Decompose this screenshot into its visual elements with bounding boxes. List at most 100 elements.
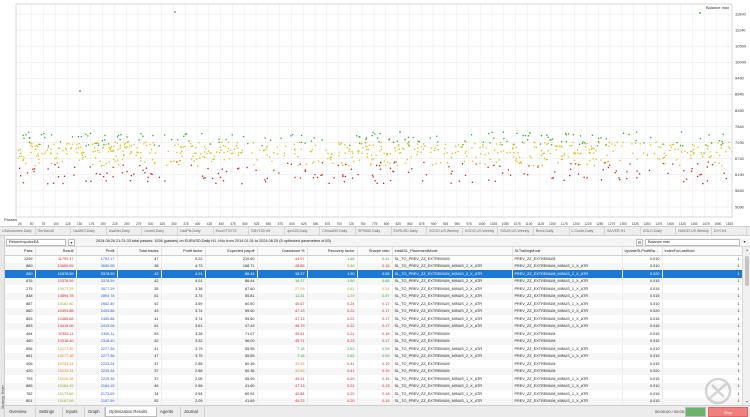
table-row[interactable]: 887 10182.80 2582.80 42 3.59 60.50 46.67 0.24 0.…: [5, 300, 742, 308]
symbol-tab[interactable]: L.Crude,Daily: [570, 227, 606, 235]
table-row[interactable]: 275 10077.29 3077.29 35 3.38 87.60 27.09 0.61 0.…: [5, 285, 742, 293]
table-row[interactable]: 420 10233.34 2233.34 37 2.88 60.36 32.65 0.41 0.…: [5, 367, 742, 375]
symbol-tab[interactable]: Jpn225,Daily: [285, 227, 321, 235]
ea-name-field[interactable]: ReturnImpulseEA: [6, 239, 66, 246]
column-header[interactable]: Profit: [76, 247, 118, 256]
table-cell: 0.21: [307, 330, 358, 338]
symbol-tab[interactable]: EURUSD,Daily: [392, 227, 428, 235]
pass-point: [145, 167, 148, 169]
table-row[interactable]: 464 10355.11 2355.11 53 3.28 71.07 49.61 0.21 0.…: [5, 330, 742, 338]
scroll-thumb[interactable]: [744, 256, 749, 286]
pass-point: [213, 155, 216, 158]
pass-point: [660, 146, 662, 149]
table-row[interactable]: 856 10277.36 2277.36 41 3.75 55.55 7.18 2.62 0.5…: [5, 345, 742, 353]
pass-point: [569, 174, 571, 177]
table-row[interactable]: 876 10378.59 3378.59 42 4.01 86.44 18.37 1.90 0.…: [5, 277, 742, 285]
x-tick-label: 625: [301, 222, 307, 226]
column-header[interactable]: Recovery factor: [307, 247, 358, 256]
tab-optimization-results[interactable]: Optimization Results: [105, 407, 157, 417]
symbol-tab[interactable]: GerDax40: [36, 227, 72, 235]
pass-point: [728, 141, 730, 144]
symbol-tab[interactable]: Brent,Daily: [534, 227, 570, 235]
settings-icon[interactable]: ⚙: [636, 239, 643, 246]
symbol-tab[interactable]: SILVER,H1: [605, 227, 641, 235]
table-row[interactable]: 793 10225.38 2225.38 37 2.06 55.99 49.21 0.20 0.…: [5, 375, 742, 383]
column-header[interactable]: Profit factor: [161, 247, 206, 256]
symbol-tab[interactable]: GBY100,H4: [249, 227, 285, 235]
pass-point: [34, 145, 36, 148]
symbol-tab[interactable]: EuroSTXX75: [214, 227, 250, 235]
table-row[interactable]: 860 10493.88 2493.88 43 3.74 59.60 47.13 0.22 0.…: [5, 307, 742, 315]
symbol-tab[interactable]: ChinaA50,Daily: [320, 227, 356, 235]
column-header[interactable]: SLTrailingMode: [512, 247, 623, 256]
pass-point: [389, 153, 392, 155]
table-row[interactable]: 853 10485.88 2485.88 41 3.74 59.60 47.13 0.22 0.…: [5, 315, 742, 323]
table-cell: SL_TO_PREV_ZZ_EXTREMUM_MINUS_2_X_ATR: [392, 345, 513, 353]
pass-point: [678, 164, 681, 166]
table-row[interactable]: 848 10894.78 2894.78 51 3.74 55.81 11.31 1.39 0.…: [5, 292, 742, 300]
scroll-up-icon[interactable]: ▴: [743, 247, 750, 253]
symbol-tab[interactable]: UsAKIS,Daily: [71, 227, 107, 235]
sort-criterion-select[interactable]: Balance max: [645, 239, 740, 246]
pass-point: [167, 150, 170, 153]
stop-button[interactable]: Stop: [708, 407, 748, 417]
table-row[interactable]: 460 10318.40 2318.40 42 3.32 56.00 45.71 0.23 0.…: [5, 337, 742, 345]
symbol-tab[interactable]: XOOO,US,Weekly: [463, 227, 499, 235]
symbol-tab[interactable]: SGUS,US,Weekly: [498, 227, 534, 235]
table-row[interactable]: 885 10184.15 2184.15 46 2.56 41.60 47.13 0.21 0.…: [5, 382, 742, 390]
column-header[interactable]: Total trades: [117, 247, 162, 256]
chevron-down-icon[interactable]: ▾: [741, 239, 748, 246]
pass-point: [401, 147, 404, 149]
table-row[interactable]: 406 10233.34 2233.34 37 2.88 60.36 32.65 0.41 0.…: [5, 360, 742, 368]
pass-point: [372, 144, 375, 146]
pass-point: [312, 176, 315, 179]
tab-overview[interactable]: Overview: [6, 407, 36, 417]
tab-graph[interactable]: Graph: [85, 407, 105, 417]
table-row[interactable]: 880 10650.95 3650.95 38 4.73 168.71 48.86 0.86 0…: [5, 262, 742, 270]
table-scrollbar[interactable]: ▴ ▾: [742, 247, 750, 405]
tab-inputs[interactable]: Inputs: [63, 407, 85, 417]
symbol-tab[interactable]: UsdPts,Daily: [178, 227, 214, 235]
column-header[interactable]: Sharpe ratio: [357, 247, 393, 256]
tab-settings[interactable]: Settings: [36, 407, 63, 417]
table-row[interactable]: 801 10167.99 2167.99 52 2.09 41.69 49.23 0.20 0.…: [5, 397, 742, 405]
pass-point: [99, 173, 101, 175]
x-tick-label: 275: [136, 222, 142, 226]
column-header[interactable]: UpdateSLProfitBa...: [622, 247, 663, 256]
column-header[interactable]: Pass: [5, 247, 36, 256]
symbol-tab[interactable]: NIKKEI,US,Weekly: [676, 227, 712, 235]
table-row[interactable]: 853 10419.06 2419.06 51 3.61 47.43 46.79 0.22 0.…: [5, 322, 742, 330]
symbol-tab[interactable]: Usdrel,Daily: [142, 227, 178, 235]
dropdown-chevron-icon[interactable]: ▾: [68, 239, 75, 246]
pass-point: [144, 171, 146, 174]
pass-point: [692, 153, 695, 155]
symbol-tab[interactable]: UsaNet,Daily: [107, 227, 143, 235]
column-header[interactable]: InitialSL_PlacementMode: [392, 247, 513, 256]
tab-agents[interactable]: Agents: [157, 407, 181, 417]
pass-point: [164, 180, 166, 182]
x-tick-label: 900: [431, 222, 437, 226]
column-header[interactable]: Expected payoff: [205, 247, 258, 256]
pass-point: [195, 146, 197, 149]
pass-point: [392, 141, 395, 143]
table-row[interactable]: 861 10277.36 2277.36 47 3.75 55.55 7.18 2.62 0.5…: [5, 352, 742, 360]
column-header[interactable]: Result: [35, 247, 77, 256]
pass-point: [639, 142, 642, 145]
table-cell: 0.55: [357, 270, 393, 278]
table-row[interactable]: 890 10378.59 3378.59 42 4.01 86.44 18.37 1.90 0.…: [5, 270, 742, 278]
symbol-tab[interactable]: USAvolumes,Daily: [0, 227, 36, 235]
table-cell: 3378.59: [76, 277, 118, 285]
symbol-tab[interactable]: XOOO,US,Weekly: [427, 227, 463, 235]
table-row[interactable]: 1299 11792.17 1792.17 47 5.22 210.60 44.07 1.66…: [5, 255, 742, 263]
table-row[interactable]: 782 10173.69 2173.69 34 2.64 60.92 40.84 0.20 0.…: [5, 390, 742, 398]
symbol-tab[interactable]: GOLD,Daily: [641, 227, 677, 235]
symbol-tab[interactable]: DXY,H4: [712, 227, 748, 235]
pass-point: [634, 142, 637, 144]
column-header[interactable]: IndexForLastHold: [662, 247, 742, 256]
pass-point: [105, 162, 107, 165]
tab-journal[interactable]: Journal: [181, 407, 205, 417]
column-header[interactable]: Drawdown %: [257, 247, 308, 256]
pass-point: [223, 158, 226, 161]
symbol-tab[interactable]: SPX500,Daily: [356, 227, 392, 235]
pass-point: [195, 152, 197, 154]
